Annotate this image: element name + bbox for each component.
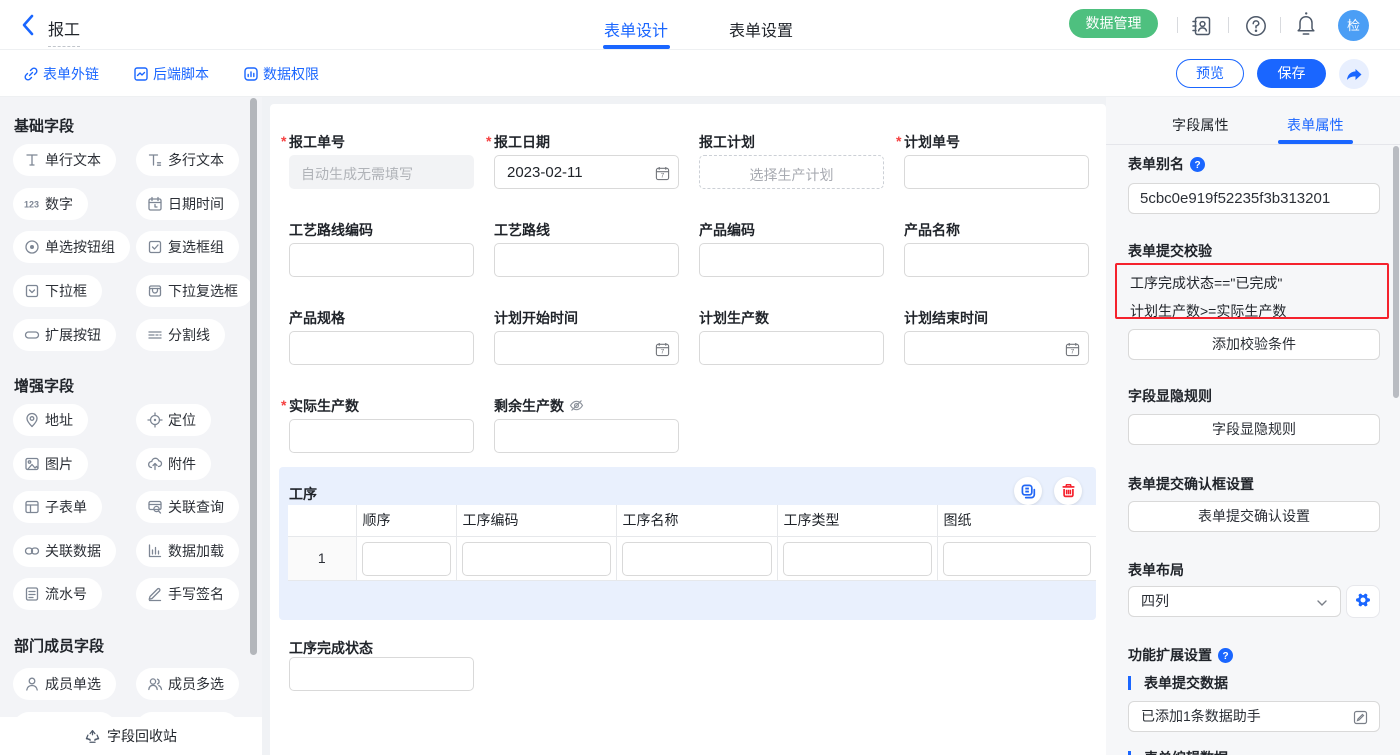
svg-text:7: 7 bbox=[661, 173, 665, 180]
svg-text:7: 7 bbox=[1071, 349, 1075, 356]
svg-text:7: 7 bbox=[661, 349, 665, 356]
svg-text:?: ? bbox=[1222, 651, 1228, 662]
svg-text:123: 123 bbox=[24, 199, 39, 209]
svg-text:?: ? bbox=[1194, 160, 1200, 171]
